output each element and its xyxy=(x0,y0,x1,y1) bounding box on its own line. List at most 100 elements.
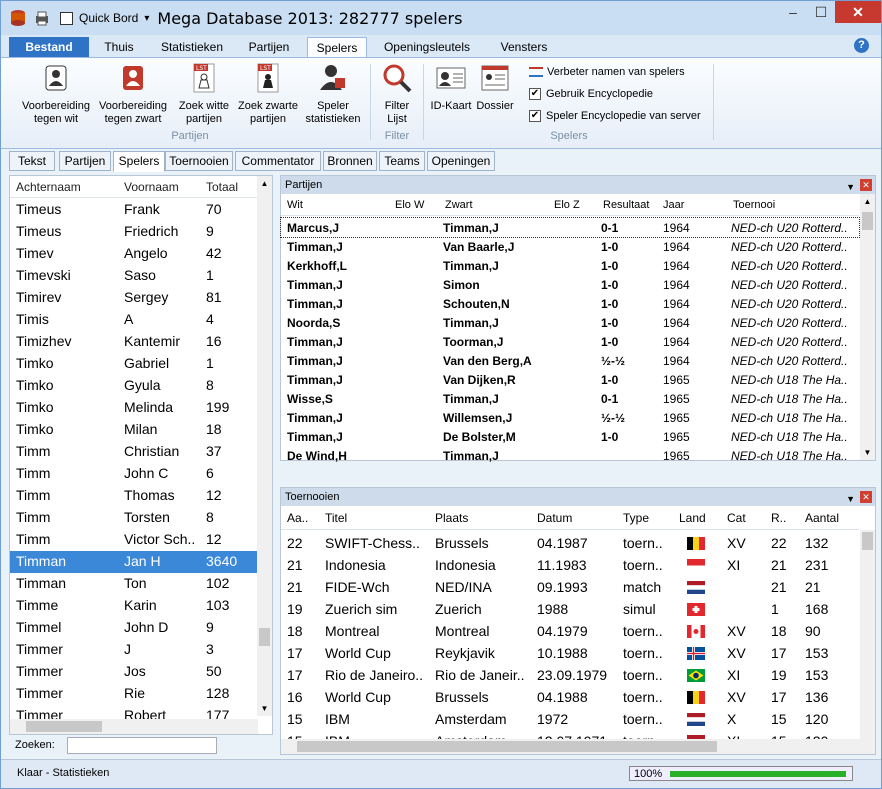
player-row[interactable]: Timm Victor Sch.. 12 xyxy=(10,529,258,551)
pane-close-icon[interactable]: ✕ xyxy=(860,179,872,191)
games-vscroll[interactable]: ▲ ▼ xyxy=(860,194,875,460)
check-improve-names[interactable]: Verbeter namen van spelers xyxy=(529,66,685,78)
check-use-encyclopedia[interactable]: ✔ Gebruik Encyclopedie xyxy=(529,88,653,100)
check-server-encyclopedia[interactable]: ✔ Speler Encyclopedie van server xyxy=(529,110,701,122)
col-titel[interactable]: Titel xyxy=(325,511,347,525)
game-row[interactable]: Timman,J De Bolster,M 1-0 1965 NED-ch U18 Th… xyxy=(281,427,859,446)
tab-spelers[interactable]: Spelers xyxy=(307,37,367,57)
player-row[interactable]: Timevski Saso 1 xyxy=(10,265,258,287)
checkbox-server-encyclopedia[interactable]: ✔ xyxy=(529,110,541,122)
tab-vensters[interactable]: Vensters xyxy=(487,37,561,57)
tab-partijen[interactable]: Partijen xyxy=(237,37,301,57)
database-icon[interactable] xyxy=(9,9,27,27)
help-icon[interactable]: ? xyxy=(854,38,869,53)
col-land[interactable]: Land xyxy=(679,511,706,525)
player-row[interactable]: Timme Karin 103 xyxy=(10,595,258,617)
search-white-games-button[interactable]: LST Zoek witte partijen xyxy=(171,62,237,126)
player-row[interactable]: Timev Angelo 42 xyxy=(10,243,258,265)
qat-dropdown-icon[interactable]: ▾ xyxy=(144,13,149,24)
search-input[interactable] xyxy=(67,737,217,754)
player-row[interactable]: Timm John C 6 xyxy=(10,463,258,485)
minimize-button[interactable]: – xyxy=(779,1,807,23)
player-row[interactable]: Timis A 4 xyxy=(10,309,258,331)
doctab-openingen[interactable]: Openingen xyxy=(427,151,495,171)
col-jaar[interactable]: Jaar xyxy=(663,199,684,211)
col-resultaat[interactable]: Resultaat xyxy=(603,199,649,211)
printer-icon[interactable] xyxy=(33,9,51,27)
game-row[interactable]: Timman,J Simon 1-0 1964 NED-ch U20 Rotterd.. xyxy=(281,275,859,294)
tournament-row[interactable]: 21 Indonesia Indonesia 11.1983 toern.. XI 21 23… xyxy=(281,554,859,576)
col-type[interactable]: Type xyxy=(623,511,649,525)
close-button[interactable]: ✕ xyxy=(835,1,881,23)
doctab-commentator[interactable]: Commentator xyxy=(235,151,321,171)
player-row[interactable]: Timmer J 3 xyxy=(10,639,258,661)
player-row[interactable]: Timman Jan H 3640 xyxy=(10,551,258,573)
col-elo-w[interactable]: Elo W xyxy=(395,199,424,211)
player-row[interactable]: Timeus Frank 70 xyxy=(10,199,258,221)
game-row[interactable]: Timman,J Van Dijken,R 1-0 1965 NED-ch U18 Th… xyxy=(281,370,859,389)
col-voornaam[interactable]: Voornaam xyxy=(124,180,179,194)
game-row[interactable]: Wisse,S Timman,J 0-1 1965 NED-ch U18 The Ha.… xyxy=(281,389,859,408)
col-totaal[interactable]: Totaal xyxy=(206,180,238,194)
game-row[interactable]: Marcus,J Timman,J 0-1 1964 NED-ch U20 Rotter… xyxy=(280,217,860,238)
search-black-games-button[interactable]: LST Zoek zwarte partijen xyxy=(233,62,303,126)
game-row[interactable]: Timman,J Van den Berg,A ½-½ 1964 NED-ch U20 … xyxy=(281,351,859,370)
player-row[interactable]: Timko Milan 18 xyxy=(10,419,258,441)
player-row[interactable]: Timirev Sergey 81 xyxy=(10,287,258,309)
col-r[interactable]: R.. xyxy=(771,511,786,525)
filter-list-button[interactable]: Filter Lijst xyxy=(375,62,419,126)
player-row[interactable]: Timmer Jos 50 xyxy=(10,661,258,683)
player-row[interactable]: Timko Gabriel 1 xyxy=(10,353,258,375)
tab-thuis[interactable]: Thuis xyxy=(93,37,145,57)
player-row[interactable]: Timm Thomas 12 xyxy=(10,485,258,507)
col-zwart[interactable]: Zwart xyxy=(445,199,473,211)
prepare-black-button[interactable]: Voorbereiding tegen zwart xyxy=(95,62,171,126)
player-row[interactable]: Timko Melinda 199 xyxy=(10,397,258,419)
quickboard-checkbox[interactable] xyxy=(57,9,75,27)
pane-close-icon[interactable]: ✕ xyxy=(860,491,872,503)
player-row[interactable]: Timmer Rie 128 xyxy=(10,683,258,705)
maximize-button[interactable]: ☐ xyxy=(807,1,835,23)
col-cat[interactable]: Cat xyxy=(727,511,746,525)
doctab-teams[interactable]: Teams xyxy=(379,151,425,171)
doctab-spelers[interactable]: Spelers xyxy=(113,151,165,172)
player-row[interactable]: Timman Ton 102 xyxy=(10,573,258,595)
game-row[interactable]: Noorda,S Timman,J 1-0 1964 NED-ch U20 Rotter… xyxy=(281,313,859,332)
col-elo-z[interactable]: Elo Z xyxy=(554,199,580,211)
player-stats-button[interactable]: Speler statistieken xyxy=(301,62,365,126)
col-aantal[interactable]: Aantal xyxy=(805,511,839,525)
tournament-row[interactable]: 22 SWIFT-Chess.. Brussels 04.1987 toern.. XV 2… xyxy=(281,532,859,554)
doctab-partijen[interactable]: Partijen xyxy=(59,151,111,171)
checkbox-encyclopedia[interactable]: ✔ xyxy=(529,88,541,100)
col-plaats[interactable]: Plaats xyxy=(435,511,468,525)
col-achternaam[interactable]: Achternaam xyxy=(16,180,81,194)
player-row[interactable]: Timm Christian 37 xyxy=(10,441,258,463)
player-list-hscroll[interactable] xyxy=(10,719,258,734)
tournaments-hscroll[interactable] xyxy=(281,739,875,754)
doctab-tekst[interactable]: Tekst xyxy=(9,151,55,171)
tournaments-vscroll[interactable] xyxy=(860,530,875,740)
tab-statistieken[interactable]: Statistieken xyxy=(151,37,233,57)
tournament-row[interactable]: 16 World Cup Brussels 04.1988 toern.. XV 17 136 xyxy=(281,686,859,708)
game-row[interactable]: Timman,J Willemsen,J ½-½ 1965 NED-ch U18 The… xyxy=(281,408,859,427)
doctab-toernooien[interactable]: Toernooien xyxy=(165,151,233,171)
player-row[interactable]: Timmel John D 9 xyxy=(10,617,258,639)
game-row[interactable]: Kerkhoff,L Timman,J 1-0 1964 NED-ch U20 Rott… xyxy=(281,256,859,275)
col-datum[interactable]: Datum xyxy=(537,511,572,525)
player-row[interactable]: Timm Torsten 8 xyxy=(10,507,258,529)
col-toernooi[interactable]: Toernooi xyxy=(733,199,775,211)
player-row[interactable]: Timizhev Kantemir 16 xyxy=(10,331,258,353)
tournament-row[interactable]: 21 FIDE-Wch NED/INA 09.1993 match 21 21 xyxy=(281,576,859,598)
game-row[interactable]: Timman,J Schouten,N 1-0 1964 NED-ch U20 Rott… xyxy=(281,294,859,313)
player-row[interactable]: Timko Gyula 8 xyxy=(10,375,258,397)
player-row[interactable]: Timeus Friedrich 9 xyxy=(10,221,258,243)
doctab-bronnen[interactable]: Bronnen xyxy=(323,151,377,171)
tab-openingsleutels[interactable]: Openingsleutels xyxy=(373,37,481,57)
tournament-row[interactable]: 18 Montreal Montreal 04.1979 toern.. XV 18 90 xyxy=(281,620,859,642)
col-aantal-short[interactable]: Aa.. xyxy=(287,511,308,525)
game-row[interactable]: Timman,J Toorman,J 1-0 1964 NED-ch U20 Rotte… xyxy=(281,332,859,351)
tournament-row[interactable]: 15 IBM Amsterdam 1972 toern.. X 15 120 xyxy=(281,708,859,730)
tab-bestand[interactable]: Bestand xyxy=(9,37,89,57)
tournament-row[interactable]: 19 Zuerich sim Zuerich 1988 simul 1 168 xyxy=(281,598,859,620)
dossier-button[interactable]: Dossier xyxy=(473,62,517,113)
